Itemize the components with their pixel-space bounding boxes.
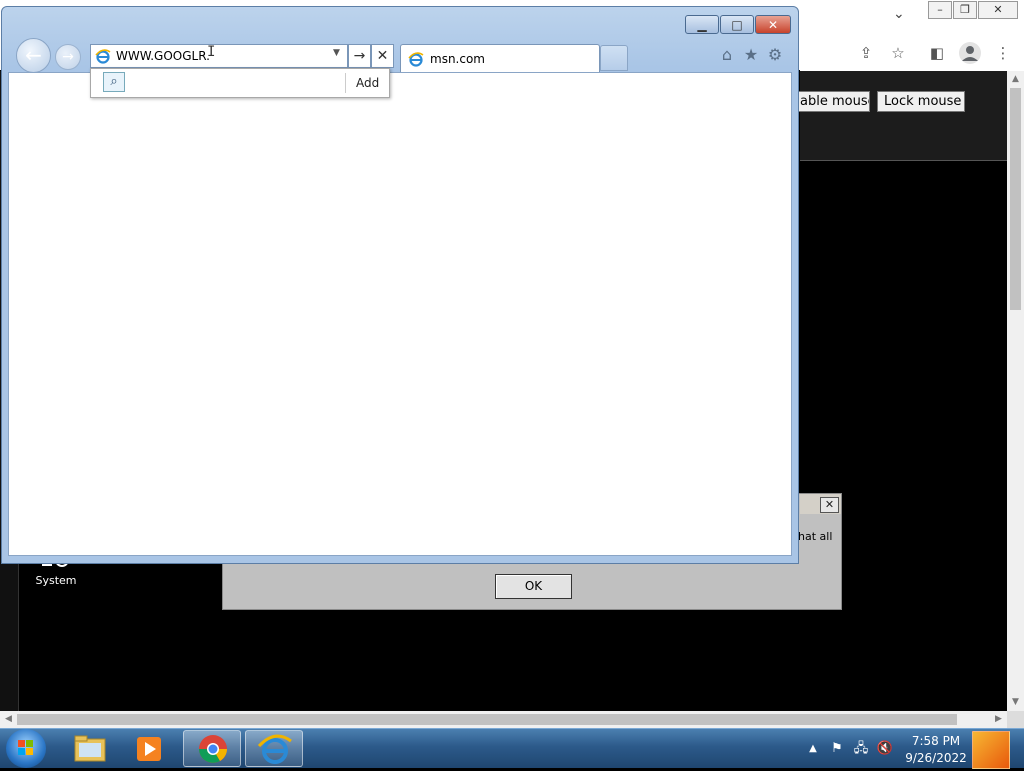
tab-label: msn.com	[430, 52, 485, 66]
forward-button[interactable]: →	[55, 44, 81, 70]
back-arrow-icon: ←	[25, 43, 42, 67]
lock-mouse-button[interactable]: Lock mouse	[877, 91, 965, 112]
back-button[interactable]: ←	[16, 38, 51, 73]
clock-time[interactable]: 7:58 PM	[906, 734, 966, 748]
dialog-ok-button[interactable]: OK	[495, 574, 572, 599]
share-icon[interactable]: ⇪	[857, 44, 875, 62]
volume-muted-icon[interactable]: 🔇	[876, 740, 894, 758]
scroll-up-arrow[interactable]: ▲	[1007, 71, 1024, 88]
new-tab-button[interactable]	[600, 45, 628, 71]
network-icon[interactable]: 🖧	[852, 740, 870, 758]
scroll-right-arrow[interactable]: ▶	[990, 711, 1007, 728]
action-center-flag-icon[interactable]: ⚑	[828, 740, 846, 758]
page-content	[800, 71, 1007, 711]
enable-mouse-button[interactable]: able mouse	[794, 91, 870, 112]
tab-search-chevron[interactable]: ⌄	[893, 6, 905, 22]
media-player-icon	[137, 737, 161, 761]
ie-page-content	[8, 72, 792, 556]
stop-button[interactable]: ✕	[371, 44, 394, 68]
show-desktop-button[interactable]	[972, 731, 1010, 769]
chrome-minimize-button[interactable]: –	[928, 1, 952, 19]
ie-page-icon	[95, 48, 111, 64]
chrome-close-button[interactable]: ✕	[978, 1, 1018, 19]
clock-date[interactable]: 9/26/2022	[904, 751, 968, 765]
side-panel-icon[interactable]: ◧	[928, 44, 946, 62]
taskbar-internet-explorer[interactable]	[245, 730, 303, 767]
taskbar-chrome[interactable]	[183, 730, 241, 767]
add-search-provider-button[interactable]: Add	[356, 76, 379, 90]
ie-close-button[interactable]: ✕	[755, 15, 791, 34]
tools-gear-icon[interactable]: ⚙	[766, 46, 784, 64]
suggestion-divider	[345, 73, 346, 93]
chrome-restore-button[interactable]: ❐	[953, 1, 977, 19]
scroll-corner	[1007, 711, 1024, 728]
scroll-left-arrow[interactable]: ◀	[0, 711, 17, 728]
taskbar-media-player[interactable]	[120, 730, 178, 767]
chrome-toolbar	[800, 36, 1024, 72]
search-icon[interactable]: ⌕	[103, 72, 125, 92]
ie-maximize-button[interactable]: □	[720, 15, 754, 34]
start-button[interactable]	[6, 729, 46, 768]
bookmark-star-icon[interactable]: ☆	[889, 44, 907, 62]
horizontal-scroll-thumb[interactable]	[17, 714, 957, 725]
page-header	[800, 71, 1007, 161]
dialog-close-button[interactable]: ✕	[820, 497, 839, 513]
dialog-message-text: hat all	[798, 530, 833, 543]
go-button[interactable]: →	[348, 44, 371, 68]
taskbar-explorer[interactable]	[60, 730, 118, 767]
profile-icon[interactable]	[959, 42, 981, 64]
tab-ie-icon	[408, 51, 424, 67]
forward-arrow-icon: →	[62, 49, 74, 65]
chrome-icon	[199, 735, 227, 763]
desktop-icon-label: System	[35, 574, 77, 587]
vertical-scroll-thumb[interactable]	[1010, 88, 1021, 310]
address-text[interactable]: WWW.GOOGLR.	[116, 49, 210, 63]
ie-minimize-button[interactable]: ▁	[685, 15, 719, 34]
scroll-down-arrow[interactable]: ▼	[1007, 694, 1024, 711]
folder-icon	[74, 735, 106, 762]
chrome-menu-icon[interactable]: ⋮	[994, 44, 1012, 62]
favorites-star-icon[interactable]: ★	[742, 46, 760, 64]
home-icon[interactable]: ⌂	[718, 46, 736, 64]
internet-explorer-icon	[257, 734, 292, 764]
show-hidden-icons-icon[interactable]: ▲	[804, 740, 822, 758]
address-dropdown-icon[interactable]: ▼	[333, 48, 340, 58]
text-cursor-icon: I	[207, 44, 216, 60]
